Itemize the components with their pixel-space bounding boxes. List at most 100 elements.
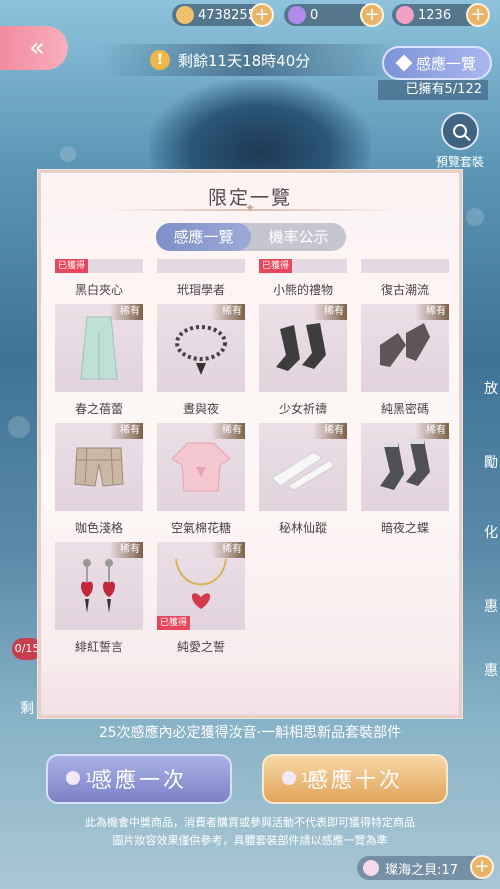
- item-names-row: 春之蓓蕾 晝與夜 少女祈禱 純黑密碼: [55, 400, 453, 417]
- title-ornament: [101, 201, 401, 215]
- item-name: 純愛之誓: [176, 640, 225, 654]
- item-row: 稀有 稀有 稀有 稀有: [55, 423, 453, 511]
- add-shell-button[interactable]: +: [470, 855, 494, 879]
- obtained-badge: 已獲得: [157, 616, 191, 630]
- obtained-badge: 已獲得: [259, 259, 293, 273]
- search-icon: [453, 124, 467, 138]
- item-name: 空氣棉花糖: [170, 521, 231, 535]
- diamond-count: 1236: [418, 7, 452, 23]
- purple-gem-count: 0: [310, 7, 319, 23]
- item-row-partial: 已獲得 已獲得: [55, 259, 453, 273]
- item-name: 咖色淺格: [74, 521, 123, 535]
- side-menu-label[interactable]: 化: [484, 522, 498, 542]
- double-chevron-left-icon: «: [29, 33, 45, 63]
- draw-once-button[interactable]: 1 感應一次: [46, 754, 232, 804]
- rare-badge: 稀有: [109, 304, 143, 320]
- item-card[interactable]: 稀有: [157, 423, 245, 511]
- disclaimer: 此為機會中獎商品，消費者購買或參與活動不代表即可獲得特定商品 圖片妝容效果僅供參…: [0, 814, 500, 850]
- item-name: 玳瑁學者: [176, 283, 225, 297]
- bubble-decoration: [8, 416, 30, 438]
- rare-badge: 稀有: [109, 423, 143, 439]
- item-name: 復古潮流: [380, 283, 429, 297]
- shell-currency: 璨海之貝:17 +: [357, 855, 494, 880]
- item-name: 秘林仙蹤: [278, 521, 327, 535]
- obtained-badge: 已獲得: [55, 259, 89, 273]
- draw-cost: 1: [66, 771, 93, 785]
- side-remaining-label: 剩: [20, 701, 34, 717]
- tab-probability[interactable]: 機率公示: [251, 223, 346, 251]
- pink-diamond-icon: [396, 6, 414, 24]
- side-menu-label[interactable]: 放: [484, 378, 498, 398]
- plaid-shorts-icon: [74, 447, 124, 487]
- shell-count: 璨海之貝:17: [385, 862, 458, 878]
- side-menu-label[interactable]: 勵: [484, 452, 498, 472]
- timer-text: 剩餘11天18時40分: [178, 51, 311, 70]
- red-earrings-icon: [81, 559, 115, 613]
- item-name: 暗夜之蝶: [380, 521, 429, 535]
- item-card[interactable]: 稀有: [55, 304, 143, 392]
- panel-tabs: 感應一覽 機率公示: [156, 223, 346, 251]
- item-names-row: 黑白夾心 玳瑁學者 小熊的禮物 復古潮流: [55, 281, 453, 298]
- ganying-list-label: 感應一覽: [415, 54, 476, 73]
- black-socks-icon: [276, 323, 326, 371]
- coin-count: 4738255: [198, 7, 256, 23]
- side-menu-label[interactable]: 惠: [484, 660, 498, 680]
- side-menu-label[interactable]: 惠: [484, 596, 498, 616]
- rare-badge: 稀有: [415, 304, 449, 320]
- owned-count: 已擁有5/122: [378, 80, 488, 100]
- item-name: 小熊的禮物: [272, 283, 333, 297]
- item-row: 稀有 稀有 稀有 稀有: [55, 304, 453, 392]
- rare-badge: 稀有: [211, 304, 245, 320]
- item-card-partial[interactable]: 已獲得: [259, 259, 347, 273]
- guarantee-text: 25次感應內必定獲得汝音·一斛相思新品套裝部件: [98, 725, 402, 741]
- disclaimer-line: 此為機會中獎商品，消費者購買或參與活動不代表即可獲得特定商品: [85, 816, 415, 829]
- diamond-icon: [395, 54, 413, 72]
- rare-badge: 稀有: [313, 304, 347, 320]
- item-name: 少女祈禱: [278, 402, 327, 416]
- cat-coin-icon: [176, 6, 194, 24]
- tab-ganying-list[interactable]: 感應一覽: [156, 223, 251, 251]
- item-card[interactable]: 稀有: [157, 304, 245, 392]
- item-card[interactable]: 稀有: [361, 304, 449, 392]
- item-names-row: 緋紅誓言 純愛之誓: [55, 638, 453, 655]
- resource-coin: 4738255 +: [172, 3, 274, 27]
- item-card-partial[interactable]: 已獲得: [55, 259, 143, 273]
- grey-socks-icon: [380, 323, 430, 367]
- add-coin-button[interactable]: +: [250, 3, 274, 27]
- draw-once-label: 感應一次: [91, 768, 187, 792]
- back-button[interactable]: «: [0, 26, 68, 70]
- item-card[interactable]: 稀有: [259, 423, 347, 511]
- item-card[interactable]: 稀有: [361, 423, 449, 511]
- ganying-list-button[interactable]: 感應一覽: [382, 46, 492, 80]
- item-card[interactable]: 稀有: [55, 423, 143, 511]
- resource-diamond: 1236 +: [392, 3, 490, 27]
- preview-outfit-button[interactable]: 預覽套裝: [430, 112, 490, 170]
- item-name: 黑白夾心: [74, 283, 123, 297]
- white-sleeve-icon: [271, 451, 335, 491]
- item-names-row: 咖色淺格 空氣棉花糖 秘林仙蹤 暗夜之蝶: [55, 519, 453, 536]
- item-card[interactable]: 稀有 已獲得: [157, 542, 245, 630]
- rare-badge: 稀有: [211, 423, 245, 439]
- rare-badge: 稀有: [109, 542, 143, 558]
- add-diamond-button[interactable]: +: [466, 3, 490, 27]
- resource-purple-gem: 0 +: [284, 3, 384, 27]
- purple-gem-icon: [288, 6, 306, 24]
- rare-badge: 稀有: [415, 423, 449, 439]
- draw-cost-value: 1: [85, 771, 93, 785]
- item-name: 晝與夜: [182, 402, 219, 416]
- disclaimer-line: 圖片妝容效果僅供參考，具體套裝部件請以感應一覽為準: [112, 834, 388, 847]
- draw-ten-button[interactable]: 10 感應十次: [262, 754, 448, 804]
- pearl-necklace-icon: [175, 325, 227, 375]
- draw-cost-value: 10: [301, 771, 317, 785]
- item-row: 稀有 稀有 已獲得: [55, 542, 453, 630]
- item-card[interactable]: 稀有: [55, 542, 143, 630]
- item-card-partial[interactable]: [157, 259, 245, 273]
- item-card[interactable]: 稀有: [259, 304, 347, 392]
- rare-badge: 稀有: [313, 423, 347, 439]
- item-card-partial[interactable]: [361, 259, 449, 273]
- draw-cost: 10: [282, 771, 316, 785]
- warning-icon: !: [150, 50, 170, 70]
- shell-currency-icon: [66, 771, 80, 785]
- item-name: 純黑密碼: [380, 402, 429, 416]
- add-purple-gem-button[interactable]: +: [360, 3, 384, 27]
